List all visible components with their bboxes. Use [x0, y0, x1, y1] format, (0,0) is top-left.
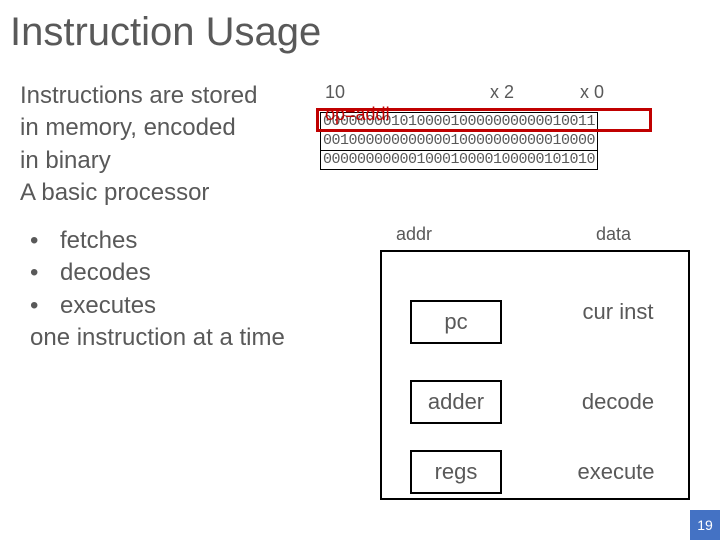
- bullet-label: fetches: [60, 225, 137, 257]
- decode-label: decode: [560, 380, 676, 424]
- field-label-immediate: 10: [325, 82, 345, 103]
- bullet-label: executes: [60, 290, 156, 322]
- bullet-dot-icon: •: [30, 225, 60, 257]
- bullet-item-executes: •executes: [30, 290, 285, 322]
- para-line-3: in binary: [20, 145, 310, 177]
- body-paragraph: Instructions are stored in memory, encod…: [20, 80, 310, 210]
- bullet-item-fetches: •fetches: [30, 225, 285, 257]
- bullet-list: •fetches •decodes •executes one instruct…: [30, 225, 285, 355]
- para-line-1: Instructions are stored: [20, 80, 310, 112]
- bullet-final-line: one instruction at a time: [30, 322, 285, 354]
- memory-row-1: 00100000000000010000000000010000: [321, 132, 598, 151]
- bullet-dot-icon: •: [30, 257, 60, 289]
- adder-box: adder: [410, 380, 502, 424]
- cur-inst-label: cur inst: [560, 290, 676, 334]
- field-label-x2: x 2: [490, 82, 514, 103]
- para-line-4: A basic processor: [20, 177, 310, 209]
- regs-box: regs: [410, 450, 502, 494]
- bullet-dot-icon: •: [30, 290, 60, 322]
- page-number-badge: 19: [690, 510, 720, 540]
- memory-row-2: 00000000000100010000100000101010: [321, 151, 598, 170]
- execute-label: execute: [558, 450, 674, 494]
- slide-title: Instruction Usage: [10, 10, 321, 55]
- data-label: data: [596, 224, 631, 245]
- opcode-annotation: op=addi: [325, 104, 390, 125]
- addr-label: addr: [396, 224, 432, 245]
- para-line-2: in memory, encoded: [20, 112, 310, 144]
- field-label-x0: x 0: [580, 82, 604, 103]
- pc-box: pc: [410, 300, 502, 344]
- bullet-label: decodes: [60, 257, 151, 289]
- bullet-item-decodes: •decodes: [30, 257, 285, 289]
